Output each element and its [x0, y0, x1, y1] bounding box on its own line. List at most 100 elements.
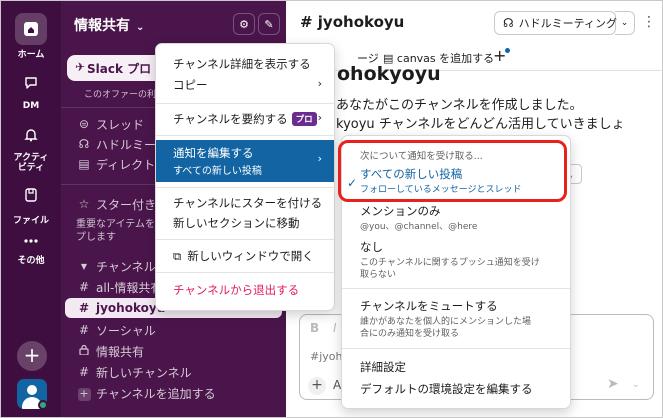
bell-icon: [15, 119, 47, 151]
add-channel-button[interactable]: + チャンネルを追加する: [61, 383, 286, 403]
files-icon: [15, 179, 47, 211]
menu-item-leave-channel[interactable]: チャンネルから退出する: [156, 282, 334, 298]
menu-item-copy[interactable]: コピー ›: [156, 77, 334, 93]
channel-intro-line2: kyoyu チャンネルをどんどん活用していきましょ: [336, 117, 625, 132]
send-options-chevron[interactable]: ⌄: [632, 380, 640, 390]
italic-button[interactable]: I: [333, 321, 337, 335]
option-edit-defaults[interactable]: デフォルトの環境設定を編集する: [360, 381, 533, 397]
chevron-right-icon: ›: [317, 152, 322, 165]
channel-title[interactable]: # jyohokoyu: [300, 13, 404, 31]
directory-icon: ▤: [78, 157, 90, 171]
menu-item-open-new-window[interactable]: ⧉ 新しいウィンドウで開く: [156, 248, 334, 264]
channel-context-menu: チャンネル詳細を表示する コピー › チャンネルを要約する プロ › 通知を編集す…: [155, 43, 335, 311]
add-channel-label: チャンネルを追加する: [96, 386, 216, 401]
sidebar-channel[interactable]: 情報共有: [61, 341, 286, 361]
menu-item-show-details[interactable]: チャンネル詳細を表示する: [156, 56, 334, 72]
headphones-icon: ☊: [503, 16, 514, 30]
rail-files[interactable]: ファイル: [1, 179, 61, 226]
menu-separator: [156, 103, 334, 104]
option-mentions-only[interactable]: メンションのみ: [360, 203, 441, 219]
channel-name: 情報共有: [96, 344, 145, 359]
none-desc-line1: このチャンネルに関するプッシュ通知を受け: [360, 258, 540, 268]
formatting-toggle[interactable]: A: [333, 378, 341, 392]
chevron-right-icon: ›: [317, 77, 322, 90]
rail-more-label: その他: [17, 256, 45, 266]
starred-desc-line1: 重要なアイテムを: [76, 219, 155, 230]
annotation-highlight-box: [338, 140, 567, 202]
chevron-right-icon: ›: [317, 111, 322, 124]
dm-icon: [15, 67, 47, 99]
attach-plus-button[interactable]: +: [308, 377, 326, 395]
option-none-desc: このチャンネルに関するプッシュ通知を受け 取らない: [360, 257, 540, 281]
bold-button[interactable]: B: [310, 321, 319, 335]
threads-icon: ⊜: [78, 117, 90, 131]
menu-separator: [156, 187, 334, 188]
rocket-icon: ✈: [75, 60, 86, 74]
settings-gear-icon[interactable]: ⚙: [233, 13, 255, 35]
chevron-down-icon: ⌄: [136, 22, 145, 33]
starred-section-label: スター付き: [96, 197, 157, 212]
more-icon: [15, 231, 47, 251]
online-status-dot: [38, 400, 48, 410]
option-mute-channel[interactable]: チャンネルをミュートする: [360, 298, 498, 314]
hash-icon: #: [78, 280, 90, 294]
menu-item-summarize[interactable]: チャンネルを要約する プロ ›: [156, 111, 334, 127]
menu-item-star-channel[interactable]: チャンネルにスターを付ける: [156, 195, 334, 211]
lock-icon: [76, 344, 92, 358]
sidebar-channel[interactable]: # ソーシャル: [61, 320, 286, 340]
activity-label-line2: ビティ: [17, 163, 45, 173]
starred-desc-line2: プします: [76, 232, 116, 243]
edit-notifications-label: 通知を編集する: [173, 146, 254, 160]
rail-more[interactable]: その他: [1, 231, 61, 266]
format-toolbar: B I: [310, 321, 337, 335]
sidebar-channel[interactable]: # 新しいチャンネル: [61, 362, 286, 382]
huddle-button[interactable]: ☊ ハドルミーティング: [494, 11, 617, 35]
menu-separator: [342, 348, 570, 349]
starred-description: 重要なアイテムを プします: [76, 218, 155, 244]
compose-icon[interactable]: ✎: [258, 13, 280, 35]
headphones-icon: ☊: [78, 137, 90, 151]
none-desc-line2: 取らない: [360, 270, 397, 280]
menu-item-copy-label: コピー: [173, 78, 208, 92]
promo-button-label: Slack プロ: [87, 62, 152, 76]
channel-intro-name: ohokyoyu: [337, 63, 441, 85]
huddle-options-chevron[interactable]: ⌄: [615, 11, 635, 35]
add-workspace-button[interactable]: +: [17, 341, 47, 371]
menu-separator: [156, 272, 334, 273]
menu-item-move-section[interactable]: 新しいセクションに移動: [156, 215, 334, 231]
rail-activity-label: アクティ ビティ: [1, 153, 61, 173]
channel-name: 新しいチャンネル: [96, 365, 192, 380]
rail-activity[interactable]: アクティ ビティ: [1, 119, 61, 173]
promo-button[interactable]: ✈ Slack プロ: [67, 55, 167, 81]
workspace-name[interactable]: 情報共有 ⌄: [74, 15, 144, 35]
hash-icon: #: [78, 301, 90, 315]
channels-section-label: チャンネル: [96, 259, 156, 274]
menu-item-edit-notifications[interactable]: 通知を編集する すべての新しい投稿 ›: [156, 140, 334, 182]
promo-text: このオファーの利: [84, 90, 157, 100]
avatar-head: [27, 385, 37, 395]
more-options-icon[interactable]: ⋮: [642, 14, 656, 30]
hash-icon: #: [78, 365, 90, 379]
rail-home[interactable]: ホーム: [1, 13, 61, 60]
pro-badge: プロ: [291, 112, 317, 126]
workspace-icon: [15, 13, 47, 45]
workspace-name-text: 情報共有: [74, 18, 130, 34]
mute-desc-line1: 誰かがあなたを個人的にメンションした場: [360, 317, 532, 327]
rail-files-label: ファイル: [12, 216, 49, 226]
option-none[interactable]: なし: [360, 239, 383, 255]
menu-separator: [156, 135, 334, 136]
menu-separator: [156, 239, 334, 240]
composer-input[interactable]: #jyoh: [310, 350, 342, 363]
star-icon: ☆: [78, 197, 90, 211]
sidebar-item-label: ハドルミー: [96, 137, 157, 152]
option-advanced-settings[interactable]: 詳細設定: [360, 359, 406, 375]
rail-dm[interactable]: DM: [1, 67, 61, 111]
activity-label-line1: アクティ: [13, 153, 49, 163]
menu-item-summarize-label: チャンネルを要約する: [173, 112, 288, 126]
send-icon[interactable]: ➤: [607, 376, 619, 392]
option-mute-desc: 誰かがあなたを個人的にメンションした場 合にのみ通知を受け取る: [360, 316, 531, 340]
open-new-window-label: 新しいウィンドウで開く: [187, 249, 314, 263]
option-mentions-desc: @you、@channel、@here: [360, 222, 478, 232]
menu-separator: [342, 288, 570, 289]
current-notification-setting: すべての新しい投稿: [173, 166, 262, 177]
